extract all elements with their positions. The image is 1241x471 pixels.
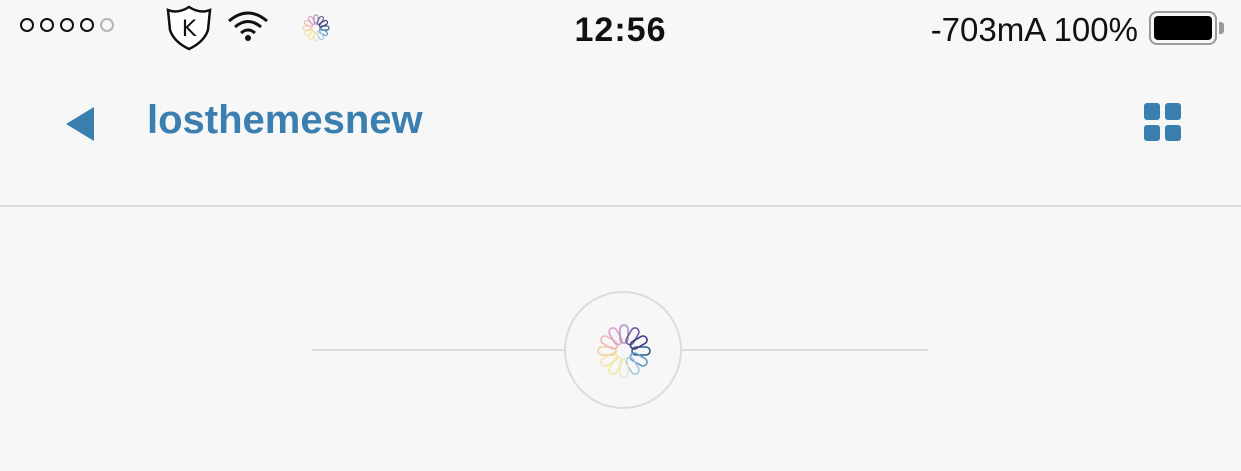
- spinner-spoke: [629, 335, 648, 350]
- spinner-spoke: [597, 346, 617, 356]
- main-content: [0, 207, 1241, 471]
- back-triangle-icon: [66, 107, 94, 141]
- status-bar: K 12:56 -703mA 100%: [0, 0, 1241, 58]
- navigation-bar: losthemesnew: [0, 58, 1241, 207]
- loading-spinner-icon: [597, 324, 651, 378]
- battery-status-text: -703mA 100%: [930, 11, 1138, 48]
- grid-view-icon: [1144, 124, 1160, 141]
- spinner-spoke: [629, 352, 648, 367]
- battery-fill: [1154, 16, 1212, 40]
- spinner-spoke: [608, 356, 623, 375]
- spinner-spoke: [600, 352, 619, 367]
- grid-view-icon: [1165, 124, 1181, 141]
- page-title: losthemesnew: [147, 98, 423, 142]
- grid-view-icon: [1144, 103, 1160, 120]
- grid-view-button[interactable]: [1144, 103, 1182, 141]
- spinner-spoke: [608, 327, 623, 346]
- back-button[interactable]: [60, 103, 100, 145]
- spinner-spoke: [619, 324, 629, 344]
- divider-right: [682, 349, 928, 351]
- battery-icon: [1149, 11, 1217, 45]
- spinner-spoke: [625, 356, 640, 375]
- divider-left: [312, 349, 564, 351]
- loading-indicator: [564, 291, 682, 409]
- battery-tip: [1219, 22, 1224, 34]
- grid-view-icon: [1165, 103, 1181, 120]
- spinner-spoke: [600, 335, 619, 350]
- spinner-spoke: [625, 327, 640, 346]
- spinner-spoke: [619, 358, 629, 378]
- spinner-spoke: [631, 346, 651, 356]
